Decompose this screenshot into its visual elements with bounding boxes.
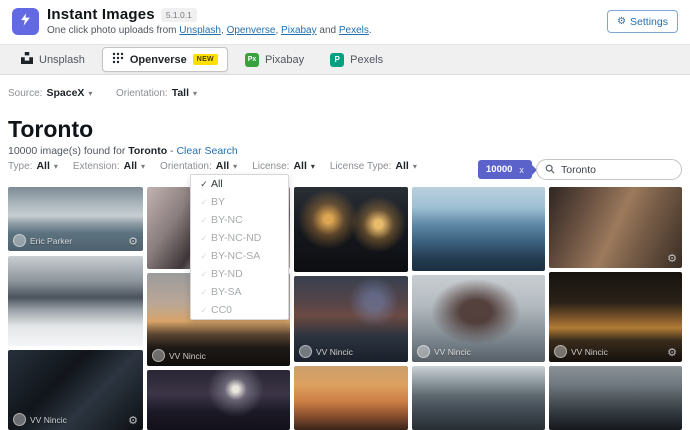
photo-tile[interactable]: VV Nincic (412, 275, 545, 362)
chevron-down-icon: ▾ (233, 161, 238, 171)
chevron-down-icon: ▾ (412, 161, 417, 171)
photo-tile[interactable] (8, 256, 143, 346)
photo-tile[interactable] (294, 366, 408, 430)
menu-item-by-nc-sa[interactable]: ✓ BY-NC-SA (191, 247, 288, 265)
tab-openverse[interactable]: Openverse NEW (101, 47, 228, 72)
close-icon[interactable]: x (519, 165, 524, 175)
license-dropdown-menu: ✓ All ✓ BY ✓ BY-NC ✓ BY-NC-ND ✓ BY-NC-SA… (190, 174, 289, 320)
chevron-down-icon: ▾ (193, 88, 198, 98)
orientation-filter[interactable]: Orientation: Tall ▾ (116, 87, 197, 99)
lightning-bolt-icon (18, 12, 33, 32)
avatar (13, 413, 26, 426)
page-title: Toronto (8, 116, 94, 142)
check-icon: ✓ (200, 268, 208, 279)
check-icon: ✓ (200, 178, 208, 189)
avatar (13, 234, 26, 247)
avatar (299, 345, 312, 358)
menu-item-by-nc-nd[interactable]: ✓ BY-NC-ND (191, 229, 288, 247)
check-icon: ✓ (200, 250, 208, 261)
search-icon (545, 161, 555, 179)
photo-author[interactable]: VV Nincic (30, 415, 67, 425)
provider-tabs: Unsplash Openverse NEW Px Pixabay P Pexe… (0, 44, 690, 75)
filter-orientation[interactable]: Orientation: All ▾ (160, 160, 237, 172)
check-icon: ✓ (200, 214, 208, 225)
unsplash-link[interactable]: Unsplash (179, 25, 221, 36)
unsplash-icon (21, 52, 33, 67)
tab-pixabay[interactable]: Px Pixabay (236, 49, 313, 71)
gear-icon: ⚙ (617, 15, 627, 27)
app-logo (12, 8, 39, 35)
results-summary: 10000 image(s) found for Toronto - Clear… (8, 145, 238, 157)
edit-settings-icon[interactable]: ⚙ (667, 252, 677, 265)
photo-author[interactable]: Eric Parker (30, 236, 72, 246)
menu-item-all[interactable]: ✓ All (191, 175, 288, 193)
photo-author[interactable]: VV Nincic (169, 351, 206, 361)
photo-tile[interactable]: VV Nincic ⚙ (8, 350, 143, 430)
app-subtitle: One click photo uploads from Unsplash, O… (47, 25, 372, 36)
photo-tile[interactable] (147, 370, 290, 430)
openverse-icon (112, 52, 124, 67)
edit-settings-icon[interactable]: ⚙ (667, 346, 677, 359)
openverse-link[interactable]: Openverse (227, 25, 276, 36)
edit-settings-icon[interactable]: ⚙ (128, 235, 138, 248)
check-icon: ✓ (200, 286, 208, 297)
photo-tile[interactable]: VV Nincic ⚙ (549, 272, 682, 362)
check-icon: ✓ (200, 304, 208, 315)
new-badge: NEW (192, 54, 218, 65)
app-header: Instant Images 5.1.0.1 One click photo u… (0, 0, 690, 44)
photo-tile[interactable]: Eric Parker ⚙ (8, 187, 143, 251)
photo-tile[interactable]: VV Nincic (294, 276, 408, 362)
photo-author[interactable]: VV Nincic (316, 347, 353, 357)
chevron-down-icon: ▾ (53, 161, 58, 171)
photo-tile[interactable] (412, 187, 545, 271)
filter-license[interactable]: License: All ▾ (252, 160, 315, 172)
menu-item-by-sa[interactable]: ✓ BY-SA (191, 283, 288, 301)
avatar (554, 345, 567, 358)
photo-author[interactable]: VV Nincic (571, 347, 608, 357)
check-icon: ✓ (200, 232, 208, 243)
menu-item-by[interactable]: ✓ BY (191, 193, 288, 211)
check-icon: ✓ (200, 196, 208, 207)
menu-item-by-nc[interactable]: ✓ BY-NC (191, 211, 288, 229)
pixabay-icon: Px (244, 52, 259, 67)
pixabay-link[interactable]: Pixabay (281, 25, 317, 36)
control-bar: Source: SpaceX ▾ Orientation: Tall ▾ 100… (0, 76, 690, 180)
clear-search-link[interactable]: Clear Search (176, 145, 237, 157)
menu-item-cc0[interactable]: ✓ CC0 (191, 301, 288, 319)
tab-pexels[interactable]: P Pexels (321, 49, 392, 71)
settings-button[interactable]: ⚙ Settings (607, 10, 678, 33)
filter-license-type[interactable]: License Type: All ▾ (330, 160, 417, 172)
filter-type[interactable]: Type: All ▾ (8, 160, 58, 172)
chevron-down-icon: ▾ (141, 161, 146, 171)
edit-settings-icon[interactable]: ⚙ (128, 414, 138, 427)
chevron-down-icon: ▾ (310, 161, 315, 171)
filter-bar: Type: All ▾ Extension: All ▾ Orientation… (8, 160, 417, 172)
photo-tile[interactable] (549, 366, 682, 430)
photo-tile[interactable]: ⚙ (549, 187, 682, 268)
app-title: Instant Images (47, 6, 155, 23)
tab-unsplash[interactable]: Unsplash (12, 48, 94, 71)
result-count-tag[interactable]: 10000 x (478, 160, 537, 179)
filter-extension[interactable]: Extension: All ▾ (73, 160, 145, 172)
instant-images-app: Instant Images 5.1.0.1 One click photo u… (0, 0, 690, 430)
photo-tile[interactable] (412, 366, 545, 430)
search-box[interactable] (536, 159, 682, 180)
version-badge: 5.1.0.1 (160, 7, 197, 22)
avatar (417, 345, 430, 358)
pexels-link[interactable]: Pexels (339, 25, 369, 36)
pexels-icon: P (330, 52, 345, 67)
photo-author[interactable]: VV Nincic (434, 347, 471, 357)
source-filter[interactable]: Source: SpaceX ▾ (8, 87, 92, 99)
chevron-down-icon: ▾ (88, 88, 93, 98)
avatar (152, 349, 165, 362)
menu-item-by-nd[interactable]: ✓ BY-ND (191, 265, 288, 283)
photo-tile[interactable] (294, 187, 408, 272)
search-input[interactable] (561, 163, 673, 176)
